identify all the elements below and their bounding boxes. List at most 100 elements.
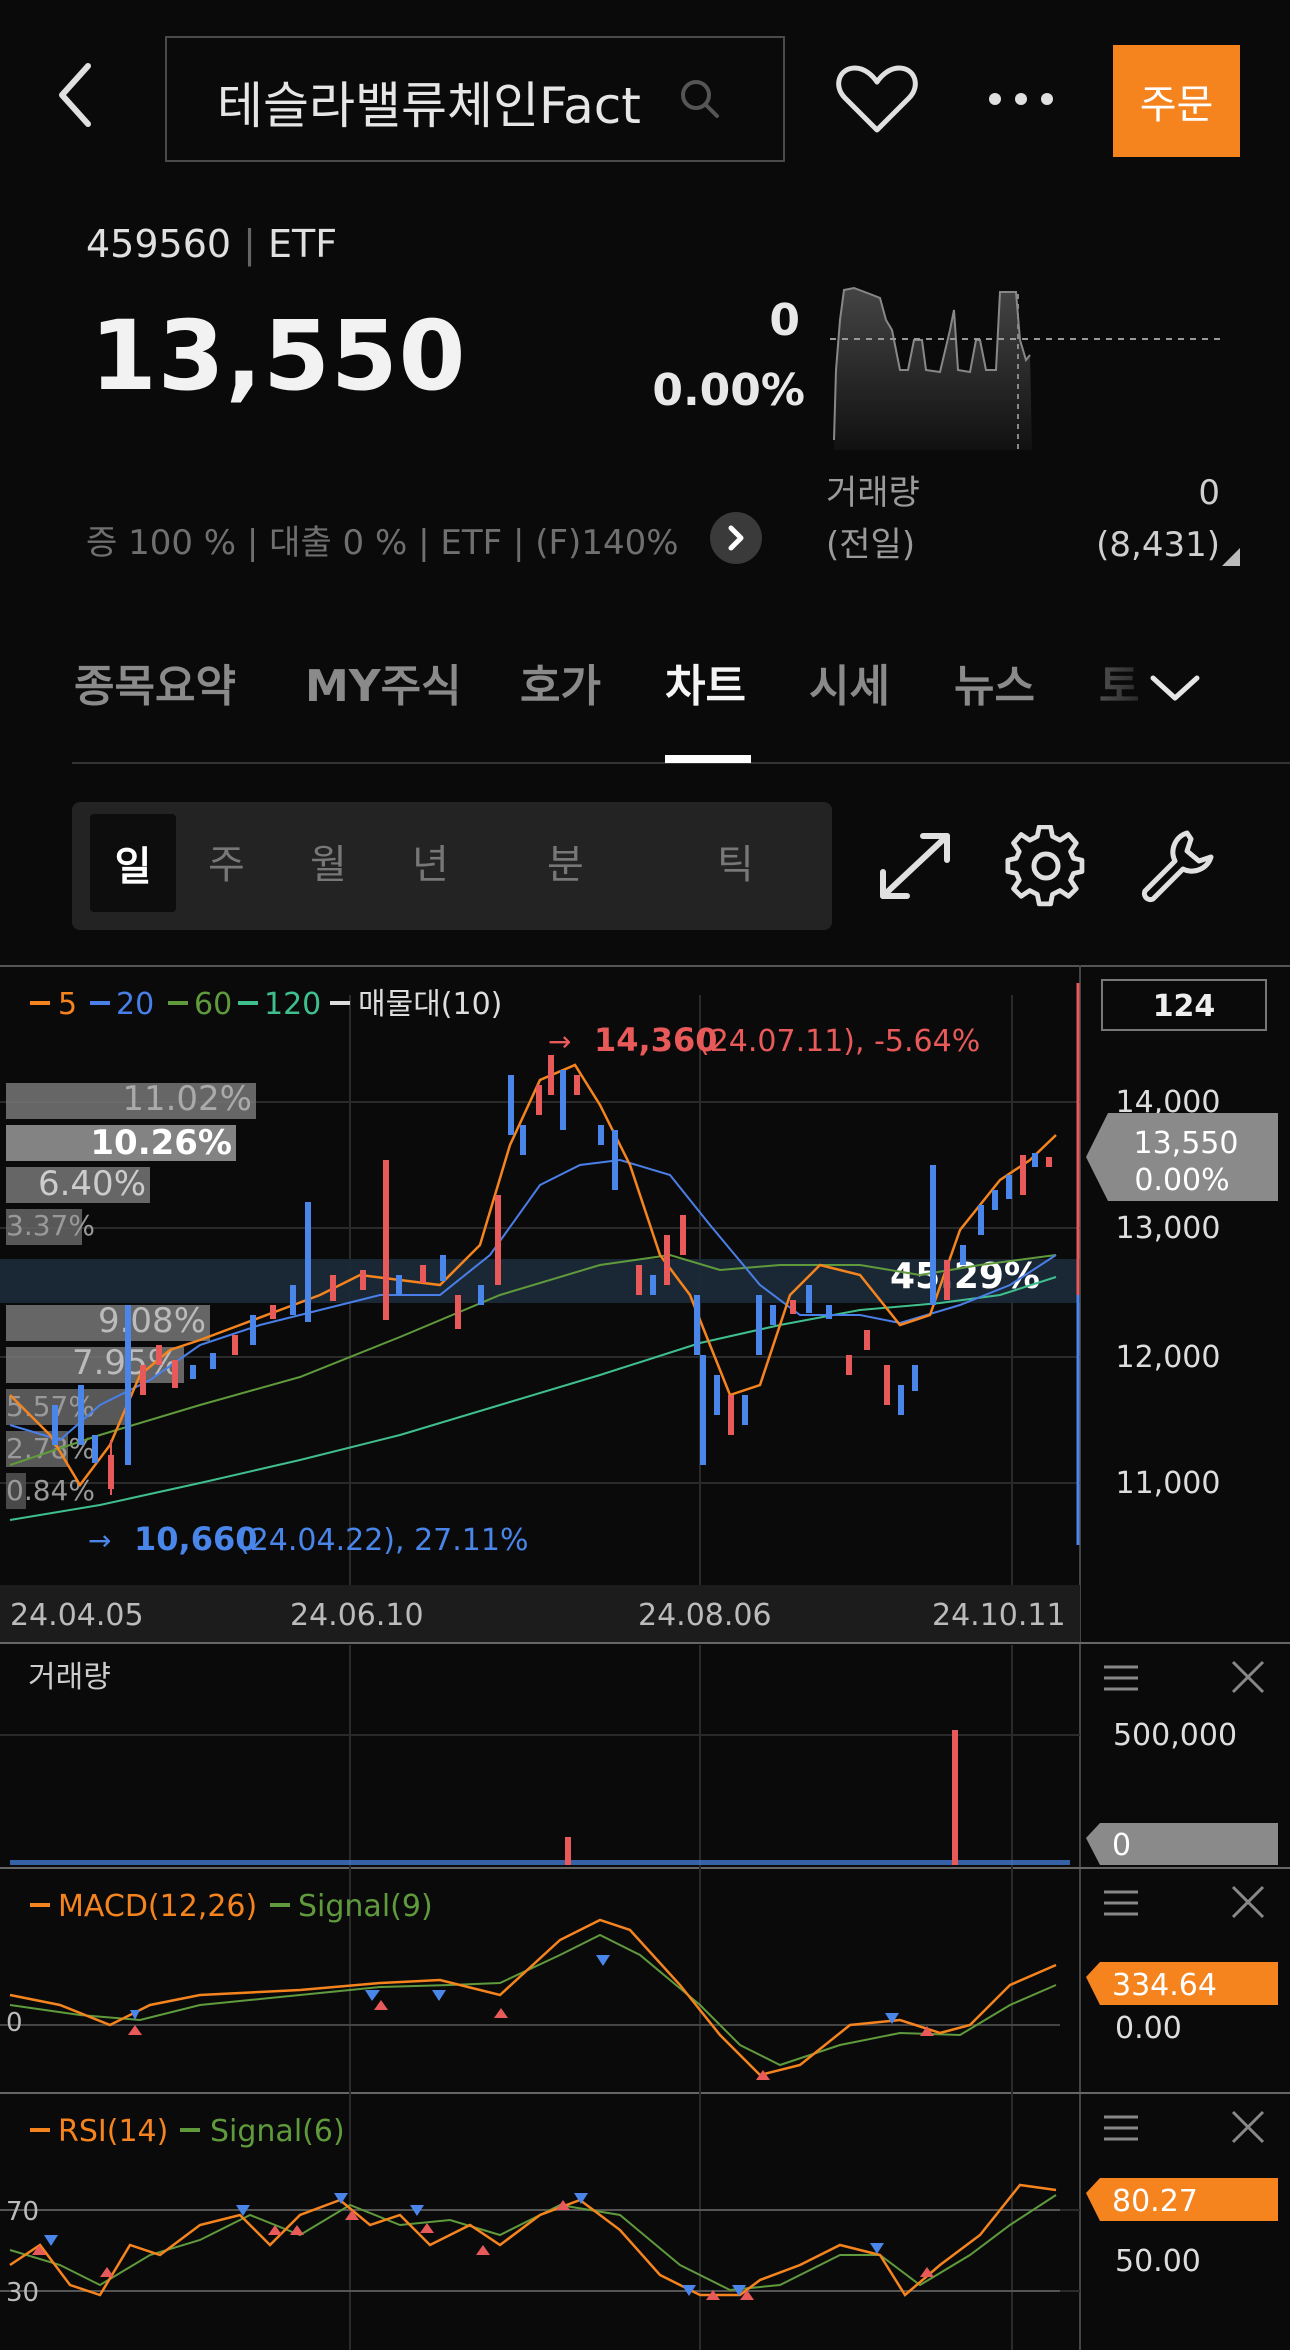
corner-triangle-icon bbox=[1222, 548, 1240, 566]
volume-today: 0 bbox=[1198, 473, 1220, 513]
stock-info-line: 증 100 % | 대출 0 % | ETF | (F)140% bbox=[86, 523, 679, 563]
vp-pct-9: 0.84% bbox=[6, 1474, 95, 1507]
volume-prev: (8,431) bbox=[1096, 525, 1220, 565]
tab-summary[interactable]: 종목요약 bbox=[74, 650, 236, 714]
period-month[interactable]: 월 bbox=[310, 832, 347, 890]
tab-chart[interactable]: 차트 bbox=[665, 650, 746, 714]
macd-signal-line bbox=[9, 1933, 1057, 2067]
wrench-icon[interactable] bbox=[1135, 825, 1217, 907]
volume-panel-controls bbox=[1104, 1660, 1265, 1694]
rsi-signal-title: Signal(6) bbox=[210, 2114, 345, 2149]
volume-values: 0 (8,431) bbox=[1050, 467, 1220, 571]
chevron-left-icon bbox=[59, 63, 91, 127]
period-week[interactable]: 주 bbox=[208, 832, 245, 890]
chevron-down-icon[interactable] bbox=[1147, 670, 1203, 706]
current-price-tag-pct: 0.00% bbox=[1134, 1163, 1229, 1198]
price-change-pct: 0.00% bbox=[652, 365, 805, 416]
period-year[interactable]: 년 bbox=[412, 832, 449, 890]
period-tick[interactable]: 틱 bbox=[717, 832, 754, 890]
low-detail: (24.04.22), 27.11% bbox=[238, 1523, 528, 1558]
heart-icon[interactable] bbox=[835, 62, 919, 136]
legend-ma20: 20 bbox=[116, 987, 154, 1022]
stock-code: 459560 | ETF bbox=[86, 222, 338, 266]
macd-title: MACD(12,26) bbox=[58, 1889, 257, 1924]
period-day[interactable]: 일 bbox=[90, 814, 176, 912]
rsi-legend: RSI(14) Signal(6) bbox=[30, 2114, 345, 2149]
macd-tick: 0.00 bbox=[1115, 2011, 1182, 2046]
x-axis-bar bbox=[0, 1585, 1080, 1643]
vp-pct-2: 10.26% bbox=[90, 1123, 232, 1163]
volume-current-value: 0 bbox=[1112, 1828, 1131, 1863]
period-selector: 일 주 월 년 분 틱 bbox=[72, 802, 832, 930]
rsi-line bbox=[9, 2183, 1057, 2297]
rsi-title: RSI(14) bbox=[58, 2114, 168, 2149]
rsi-close-icon[interactable] bbox=[1231, 2110, 1265, 2144]
back-button[interactable] bbox=[56, 60, 116, 140]
search-text: 테슬라밸류체인Fact bbox=[217, 77, 641, 135]
volume-label: 거래량 bbox=[826, 473, 920, 513]
rsi-70-label: 70 bbox=[6, 2197, 39, 2227]
x-tick-2: 24.06.10 bbox=[290, 1598, 424, 1633]
tab-orderbook[interactable]: 호가 bbox=[520, 650, 601, 714]
gear-icon[interactable] bbox=[1005, 825, 1087, 907]
volume-menu-icon[interactable] bbox=[1104, 1665, 1138, 1691]
period-minute[interactable]: 분 bbox=[547, 832, 584, 890]
tab-news[interactable]: 뉴스 bbox=[954, 650, 1035, 714]
tab-quotes[interactable]: 시세 bbox=[809, 650, 890, 714]
expand-icon[interactable] bbox=[875, 828, 955, 904]
info-more-button[interactable] bbox=[710, 512, 762, 564]
macd-zero-label: 0 bbox=[6, 2008, 23, 2038]
vp-pct-1: 11.02% bbox=[122, 1079, 252, 1119]
y-tick-11000: 11,000 bbox=[1116, 1466, 1221, 1501]
low-arrow-icon: → bbox=[88, 1524, 111, 1557]
vp-pct-5: 9.08% bbox=[98, 1301, 206, 1341]
more-icon[interactable] bbox=[985, 88, 1057, 110]
x-tick-3: 24.08.06 bbox=[638, 1598, 772, 1633]
stock-type: ETF bbox=[268, 222, 338, 266]
y-tick-13000: 13,000 bbox=[1116, 1211, 1221, 1246]
legend-ma5: 5 bbox=[58, 987, 77, 1022]
price-change: 0 bbox=[769, 295, 800, 346]
rsi-menu-icon[interactable] bbox=[1104, 2115, 1138, 2141]
high-annotation: → 14,360 (24.07.11), -5.64% bbox=[548, 1021, 980, 1059]
volume-label-block: 거래량 (전일) bbox=[826, 467, 920, 571]
high-detail: (24.07.11), -5.64% bbox=[698, 1024, 980, 1059]
volume-profile: 11.02% 10.26% 6.40% 3.37% 9.08% 7.95% 5.… bbox=[0, 1079, 1080, 1509]
rsi-30-label: 30 bbox=[6, 2278, 39, 2308]
stock-code-value: 459560 bbox=[86, 222, 232, 266]
search-input[interactable]: 테슬라밸류체인Fact bbox=[165, 36, 785, 162]
rsi-panel-controls bbox=[1104, 2110, 1265, 2144]
macd-menu-icon[interactable] bbox=[1104, 1890, 1138, 1916]
tab-my-stock[interactable]: MY주식 bbox=[305, 650, 462, 714]
current-price-tag-value: 13,550 bbox=[1134, 1126, 1239, 1161]
order-button[interactable]: 주문 bbox=[1113, 45, 1240, 157]
count-badge: 124 bbox=[1153, 989, 1216, 1024]
mini-intraday-chart bbox=[830, 286, 1220, 450]
volume-prev-label: (전일) bbox=[826, 525, 916, 565]
search-icon bbox=[681, 80, 719, 118]
rsi-current-value: 80.27 bbox=[1112, 2184, 1198, 2219]
x-tick-1: 24.04.05 bbox=[10, 1598, 144, 1633]
legend-volume-profile: 매물대(10) bbox=[358, 987, 502, 1022]
tab-bar: 종목요약 MY주식 호가 차트 시세 뉴스 토 bbox=[72, 640, 1290, 765]
chevron-right-icon bbox=[728, 525, 744, 551]
macd-panel-controls bbox=[1104, 1885, 1265, 1919]
current-price: 13,550 bbox=[90, 300, 467, 412]
macd-signal-title: Signal(9) bbox=[298, 1889, 433, 1924]
macd-close-icon[interactable] bbox=[1231, 1885, 1265, 1919]
macd-legend: MACD(12,26) Signal(9) bbox=[30, 1889, 433, 1924]
vp-pct-4: 3.37% bbox=[6, 1209, 95, 1242]
macd-current-value: 334.64 bbox=[1112, 1968, 1217, 2003]
volume-tick: 500,000 bbox=[1113, 1718, 1237, 1753]
x-tick-4: 24.10.11 bbox=[932, 1598, 1066, 1633]
macd-markers bbox=[128, 1955, 934, 2080]
volume-close-icon[interactable] bbox=[1231, 1660, 1265, 1694]
tab-active-indicator bbox=[665, 755, 751, 763]
macd-line bbox=[9, 1918, 1057, 2077]
stock-chart[interactable]: 11.02% 10.26% 6.40% 3.37% 9.08% 7.95% 5.… bbox=[0, 965, 1290, 2350]
legend-ma120: 120 bbox=[264, 987, 321, 1022]
chart-legend: 5 20 60 120 매물대(10) bbox=[30, 987, 502, 1022]
rsi-tick: 50.00 bbox=[1115, 2244, 1201, 2279]
volume-bars bbox=[10, 1730, 1070, 1865]
low-annotation: → 10,660 (24.04.22), 27.11% bbox=[88, 1520, 528, 1558]
